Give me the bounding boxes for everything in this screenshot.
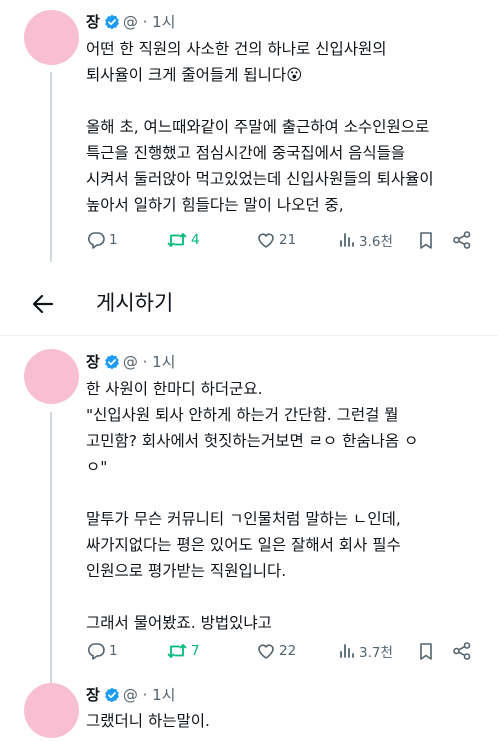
post-header: 장 @ · 1시	[86, 686, 175, 707]
author-name[interactable]: 장	[86, 353, 100, 371]
top-bar: 게시하기	[0, 275, 498, 336]
post-text: 한 사원이 한마디 하더군요. "신입사원 퇴사 안하게 하는거 간단함. 그런…	[86, 380, 419, 632]
author-handle[interactable]: @	[123, 13, 138, 31]
author-handle[interactable]: @	[123, 686, 138, 704]
like-count: 21	[279, 232, 297, 248]
post-header: 장 @ · 1시	[86, 353, 175, 374]
reply-button[interactable]: 1	[86, 639, 118, 663]
page-title: 게시하기	[96, 291, 174, 315]
back-button[interactable]	[30, 291, 56, 321]
like-button[interactable]: 21	[256, 228, 296, 252]
reply-icon	[87, 232, 105, 249]
post-text: 어떤 한 직원의 사소한 건의 하나로 신입사원의 퇴사율이 크게 줄어들게 됩…	[86, 40, 434, 214]
back-arrow-icon	[32, 294, 54, 314]
repost-count: 7	[191, 643, 200, 659]
views-button[interactable]: 3.7천	[338, 639, 393, 663]
post-text: 그랬더니 하는말이.	[86, 712, 210, 730]
author-name[interactable]: 장	[86, 686, 100, 704]
reply-icon	[87, 643, 105, 660]
like-icon	[258, 644, 274, 659]
views-count: 3.6천	[359, 234, 393, 250]
avatar[interactable]	[24, 349, 79, 404]
share-icon	[453, 231, 471, 249]
reply-count: 1	[109, 232, 118, 248]
repost-count: 4	[191, 232, 200, 248]
action-bar: 1 4 21 3.6천	[86, 228, 480, 252]
views-count: 3.7천	[359, 645, 393, 661]
avatar[interactable]	[24, 683, 79, 738]
repost-icon	[167, 644, 187, 658]
repost-button[interactable]: 7	[166, 639, 200, 663]
avatar[interactable]	[24, 10, 79, 65]
share-button[interactable]	[452, 639, 475, 663]
views-icon	[340, 233, 354, 247]
meta-separator: ·	[137, 13, 153, 31]
thread-line	[50, 412, 52, 688]
views-icon	[340, 644, 354, 658]
post-1[interactable]: 장 @ · 1시 어떤 한 직원의 사소한 건의 하나로 신입사원의 퇴사율이 크…	[0, 0, 498, 262]
reply-button[interactable]: 1	[86, 228, 118, 252]
like-button[interactable]: 22	[256, 639, 296, 663]
post-2[interactable]: 장 @ · 1시 한 사원이 한마디 하더군요. "신입사원 퇴사 안하게 하는거…	[0, 340, 498, 688]
repost-icon	[167, 233, 187, 247]
bookmark-icon	[420, 232, 432, 249]
post-header: 장 @ · 1시	[86, 13, 175, 34]
bookmark-icon	[420, 643, 432, 660]
author-handle[interactable]: @	[123, 353, 138, 371]
author-name[interactable]: 장	[86, 13, 100, 31]
meta-separator: ·	[137, 686, 153, 704]
views-button[interactable]: 3.6천	[338, 228, 393, 252]
meta-separator: ·	[137, 353, 153, 371]
verified-badge-icon	[104, 354, 120, 374]
reply-count: 1	[109, 643, 118, 659]
post-3[interactable]: 장 @ · 1시 그랬더니 하는말이.	[0, 675, 498, 742]
like-icon	[258, 233, 274, 248]
post-time[interactable]: 1시	[152, 13, 175, 31]
post-time[interactable]: 1시	[152, 686, 175, 704]
repost-button[interactable]: 4	[166, 228, 200, 252]
like-count: 22	[279, 643, 297, 659]
verified-badge-icon	[104, 14, 120, 34]
share-button[interactable]	[452, 228, 475, 252]
thread-line	[50, 72, 52, 262]
bookmark-button[interactable]	[417, 228, 438, 252]
verified-badge-icon	[104, 687, 120, 707]
post-time[interactable]: 1시	[152, 353, 175, 371]
share-icon	[453, 642, 471, 660]
bookmark-button[interactable]	[417, 639, 438, 663]
action-bar: 1 7 22 3.7천	[86, 639, 480, 663]
